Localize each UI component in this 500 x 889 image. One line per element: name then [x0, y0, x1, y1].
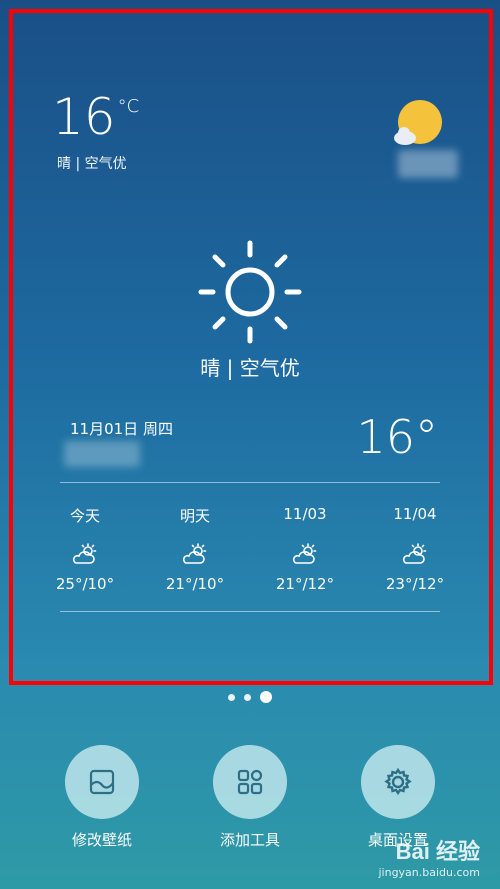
change-wallpaper-button[interactable]: 修改壁纸 [42, 745, 162, 850]
baidu-jingyan-watermark: Bai 经验 jingyan.baidu.com [378, 834, 480, 879]
gear-icon [384, 767, 412, 796]
forecast-day: 11/04 23°/12° [360, 505, 470, 593]
add-widget-button[interactable]: 添加工具 [190, 745, 310, 850]
forecast-row: 今天 25°/10° 明天 21°/10° 11/03 21°/12° 11/0… [30, 505, 470, 593]
forecast-day-label: 今天 [69, 507, 100, 525]
page-dot[interactable] [244, 693, 251, 701]
large-sun-icon [198, 240, 302, 344]
partly-cloudy-icon [292, 543, 317, 564]
widgets-button-circle[interactable] [213, 745, 287, 819]
settings-button-circle[interactable] [361, 745, 435, 819]
partly-cloudy-icon [72, 543, 97, 564]
forecast-temp: 23°/12° [385, 575, 445, 593]
partly-cloudy-icon [182, 543, 207, 564]
current-temperature: 16° [356, 410, 438, 464]
divider-top [60, 482, 440, 483]
dock-label: 修改壁纸 [71, 831, 132, 849]
forecast-day: 今天 25°/10° [30, 505, 140, 593]
page-indicator[interactable] [0, 691, 500, 703]
page-dot[interactable] [228, 693, 235, 701]
blurred-location [398, 150, 458, 178]
date-label: 11月01日 周四 [70, 420, 173, 438]
forecast-temp: 25°/10° [55, 575, 115, 593]
forecast-day-label: 11/03 [283, 505, 327, 523]
partly-cloudy-icon [402, 543, 427, 564]
blurred-location-2 [64, 441, 140, 467]
divider-bottom [60, 611, 440, 612]
forecast-day-label: 11/04 [393, 505, 437, 523]
watermark-main: Bai 经验 [395, 839, 480, 864]
widgets-icon [237, 769, 263, 795]
forecast-day: 明天 21°/10° [140, 505, 250, 593]
sun-cloud-icon [394, 100, 442, 145]
dock-label: 添加工具 [219, 831, 280, 849]
wallpaper-icon [89, 769, 115, 795]
forecast-temp: 21°/12° [275, 575, 335, 593]
forecast-day-label: 明天 [179, 507, 210, 525]
forecast-temp: 21°/10° [165, 575, 225, 593]
watermark-sub: jingyan.baidu.com [378, 866, 480, 879]
forecast-day: 11/03 21°/12° [250, 505, 360, 593]
wallpaper-button-circle[interactable] [65, 745, 139, 819]
top-weather-description: 晴 | 空气优 [57, 156, 127, 172]
center-weather-description: 晴 | 空气优 [200, 356, 300, 380]
top-temperature: 16 °C [52, 88, 140, 146]
page-dot-active[interactable] [260, 691, 272, 703]
